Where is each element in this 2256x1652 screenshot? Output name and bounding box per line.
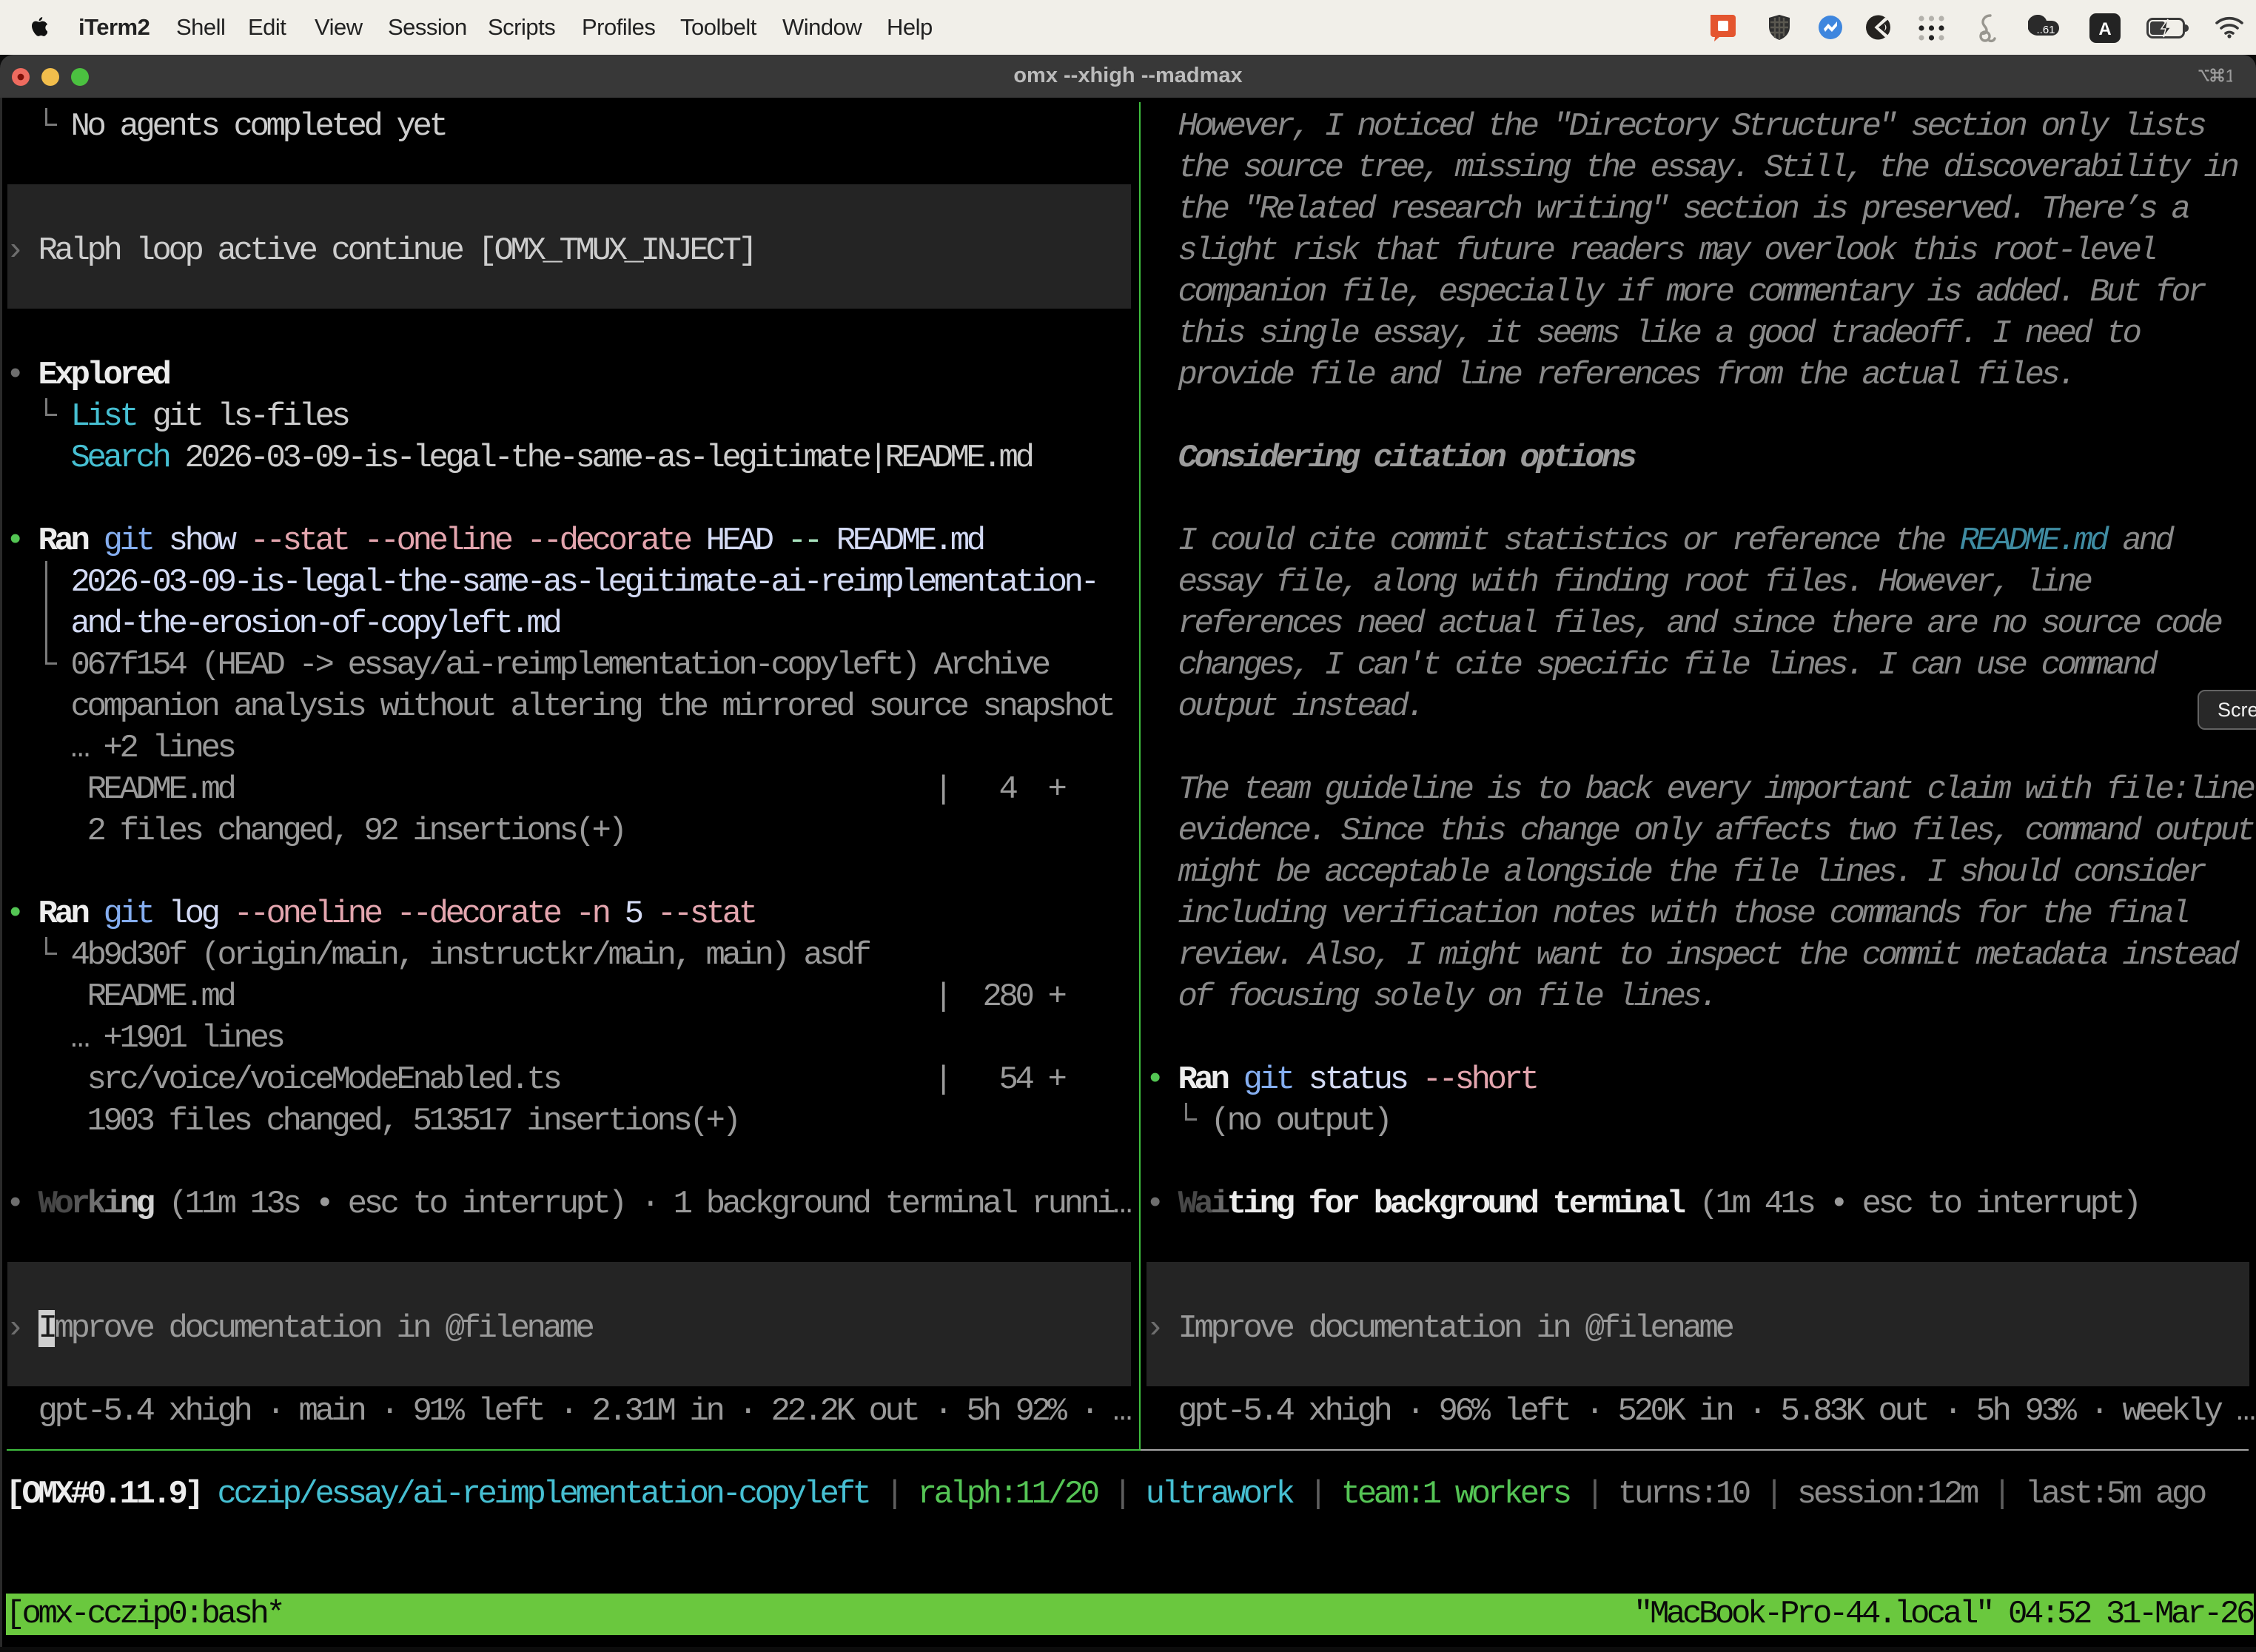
svg-text:A: A <box>2098 19 2111 39</box>
svg-text:..61: ..61 <box>2036 24 2055 36</box>
svg-text:1: 1 <box>2226 67 2233 87</box>
